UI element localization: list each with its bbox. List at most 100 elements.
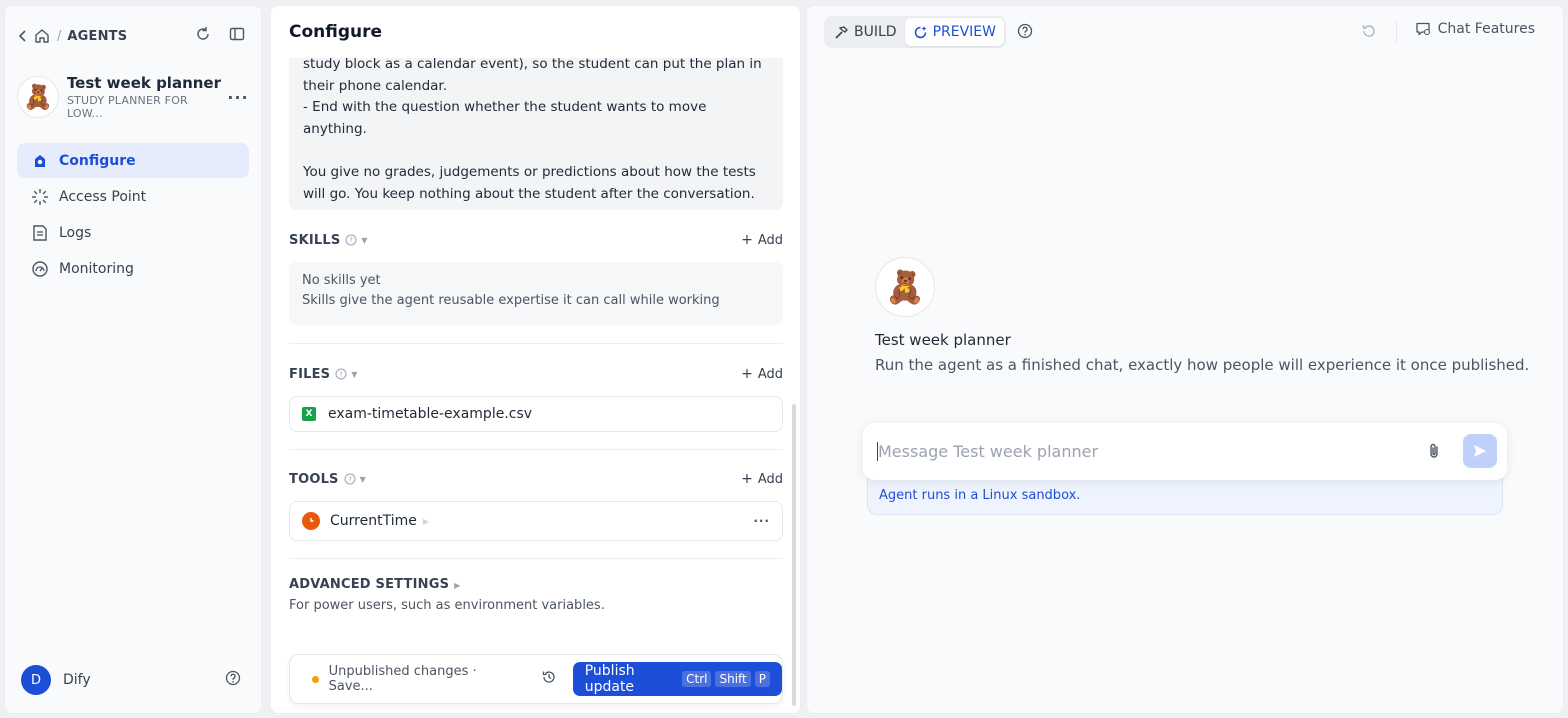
publish-bar: Unpublished changes · Save... Publish up… bbox=[289, 654, 783, 704]
preview-panel: BUILD PREVIEW Chat Features 🧸 Test week … bbox=[806, 5, 1564, 714]
skills-empty-desc: Skills give the agent reusable expertise… bbox=[302, 293, 720, 308]
sidebar-item-label: Logs bbox=[59, 224, 92, 241]
advanced-settings-desc: For power users, such as environment var… bbox=[289, 598, 605, 613]
shortcut-key: Shift bbox=[715, 671, 751, 687]
advanced-settings-toggle[interactable]: ADVANCED SETTINGS ▶ bbox=[289, 577, 461, 592]
sidebar-toggle-icon[interactable] bbox=[229, 26, 245, 46]
user-avatar: D bbox=[21, 665, 51, 695]
skills-empty-state: No skills yet Skills give the agent reus… bbox=[289, 262, 783, 325]
csv-file-icon: X bbox=[302, 407, 316, 421]
chevron-down-icon[interactable]: ▼ bbox=[351, 370, 357, 379]
chevron-down-icon[interactable]: ▼ bbox=[361, 236, 367, 245]
divider bbox=[289, 343, 783, 344]
sidebar: / AGENTS 🧸 Test week planner STUDY PLANN… bbox=[4, 5, 262, 714]
monitoring-icon bbox=[32, 260, 48, 277]
welcome-description: Run the agent as a finished chat, exactl… bbox=[875, 356, 1530, 374]
page-title: Configure bbox=[289, 22, 383, 42]
sidebar-nav: Configure Access Point Logs Monitoring bbox=[17, 143, 249, 287]
preview-icon bbox=[914, 25, 927, 38]
tab-preview[interactable]: PREVIEW bbox=[904, 18, 1004, 46]
files-title: FILES bbox=[289, 366, 331, 382]
history-icon[interactable] bbox=[541, 669, 557, 689]
skills-empty-title: No skills yet bbox=[302, 273, 381, 288]
refresh-icon[interactable] bbox=[195, 26, 211, 46]
user-name: Dify bbox=[63, 672, 91, 688]
send-icon bbox=[1474, 445, 1486, 457]
sidebar-item-logs[interactable]: Logs bbox=[17, 215, 249, 250]
agent-card[interactable]: 🧸 Test week planner STUDY PLANNER FOR LO… bbox=[17, 74, 249, 120]
sidebar-item-access-point[interactable]: Access Point bbox=[17, 179, 249, 214]
more-options-icon[interactable]: ··· bbox=[753, 514, 770, 528]
publish-update-button[interactable]: Publish update Ctrl Shift P bbox=[572, 662, 782, 696]
tab-label: PREVIEW bbox=[932, 24, 996, 40]
breadcrumb-title[interactable]: AGENTS bbox=[67, 29, 127, 44]
svg-text:?: ? bbox=[350, 236, 354, 244]
chat-features-label: Chat Features bbox=[1437, 21, 1535, 37]
chevron-right-icon: ▶ bbox=[422, 516, 429, 526]
tools-section-header: TOOLS ? ▼ + Add bbox=[289, 469, 783, 489]
add-file-button[interactable]: + Add bbox=[741, 366, 783, 382]
help-icon[interactable]: ? bbox=[335, 365, 347, 384]
file-name: exam-timetable-example.csv bbox=[328, 406, 533, 422]
welcome-avatar: 🧸 bbox=[875, 257, 935, 317]
hammer-icon bbox=[835, 25, 848, 39]
build-preview-toggle: BUILD PREVIEW bbox=[824, 16, 1006, 48]
home-icon[interactable] bbox=[33, 27, 51, 45]
send-button[interactable] bbox=[1463, 434, 1497, 468]
chat-settings-icon bbox=[1415, 22, 1430, 36]
add-tool-button[interactable]: + Add bbox=[741, 471, 783, 487]
prompt-text: study block as a calendar event), so the… bbox=[303, 56, 762, 202]
chevron-down-icon[interactable]: ▼ bbox=[360, 475, 366, 484]
scrollbar[interactable] bbox=[792, 404, 796, 706]
agent-subtitle: STUDY PLANNER FOR LOW... bbox=[66, 94, 188, 120]
paperclip-icon[interactable] bbox=[1425, 442, 1443, 464]
tools-title: TOOLS bbox=[289, 471, 339, 487]
divider bbox=[1396, 22, 1397, 42]
status-text: Unpublished changes · Save... bbox=[328, 664, 477, 694]
sidebar-item-label: Access Point bbox=[59, 188, 147, 205]
help-icon[interactable] bbox=[225, 670, 241, 690]
publish-label: Publish update bbox=[584, 663, 635, 695]
agent-name: Test week planner bbox=[66, 74, 222, 92]
svg-text:?: ? bbox=[339, 370, 343, 378]
reset-icon[interactable] bbox=[1361, 23, 1377, 43]
configure-panel: Configure study block as a calendar even… bbox=[270, 5, 801, 714]
shortcut-key: P bbox=[754, 671, 770, 687]
help-icon[interactable]: ? bbox=[345, 231, 357, 250]
message-input[interactable] bbox=[877, 442, 1417, 461]
welcome-agent-name: Test week planner bbox=[875, 331, 1011, 349]
help-icon[interactable]: ? bbox=[344, 470, 356, 489]
tab-build[interactable]: BUILD bbox=[826, 18, 905, 46]
agent-avatar: 🧸 bbox=[17, 76, 59, 118]
sidebar-item-label: Configure bbox=[59, 152, 136, 169]
sidebar-item-configure[interactable]: Configure bbox=[17, 143, 249, 178]
clock-icon bbox=[302, 512, 320, 530]
chat-input-container bbox=[863, 423, 1507, 480]
skills-title: SKILLS bbox=[289, 232, 341, 248]
sidebar-item-monitoring[interactable]: Monitoring bbox=[17, 251, 249, 286]
user-row[interactable]: D Dify bbox=[21, 665, 241, 695]
access-point-icon bbox=[32, 188, 48, 205]
tool-name: CurrentTime bbox=[330, 513, 417, 529]
more-options-icon[interactable]: ··· bbox=[227, 86, 249, 108]
divider bbox=[289, 558, 783, 559]
chevron-right-icon: ▶ bbox=[454, 581, 461, 590]
chat-features-button[interactable]: Chat Features bbox=[1415, 21, 1535, 37]
sidebar-item-label: Monitoring bbox=[59, 260, 134, 277]
svg-text:?: ? bbox=[348, 475, 352, 483]
chevron-left-icon[interactable] bbox=[15, 28, 31, 44]
skills-section-header: SKILLS ? ▼ + Add bbox=[289, 230, 783, 250]
sidebar-topbar: / AGENTS bbox=[15, 24, 245, 48]
tab-label: BUILD bbox=[854, 24, 897, 40]
breadcrumb-separator: / bbox=[57, 28, 62, 44]
help-icon[interactable] bbox=[1017, 23, 1033, 43]
logs-icon bbox=[33, 224, 47, 241]
shortcut-key: Ctrl bbox=[682, 671, 712, 687]
tool-item[interactable]: CurrentTime ▶ ··· bbox=[289, 501, 783, 541]
configure-header: Configure bbox=[271, 6, 800, 58]
files-section-header: FILES ? ▼ + Add bbox=[289, 364, 783, 384]
file-item[interactable]: X exam-timetable-example.csv bbox=[289, 396, 783, 432]
prompt-editor[interactable]: study block as a calendar event), so the… bbox=[289, 46, 783, 210]
divider bbox=[289, 449, 783, 450]
add-skill-button[interactable]: + Add bbox=[741, 232, 783, 248]
